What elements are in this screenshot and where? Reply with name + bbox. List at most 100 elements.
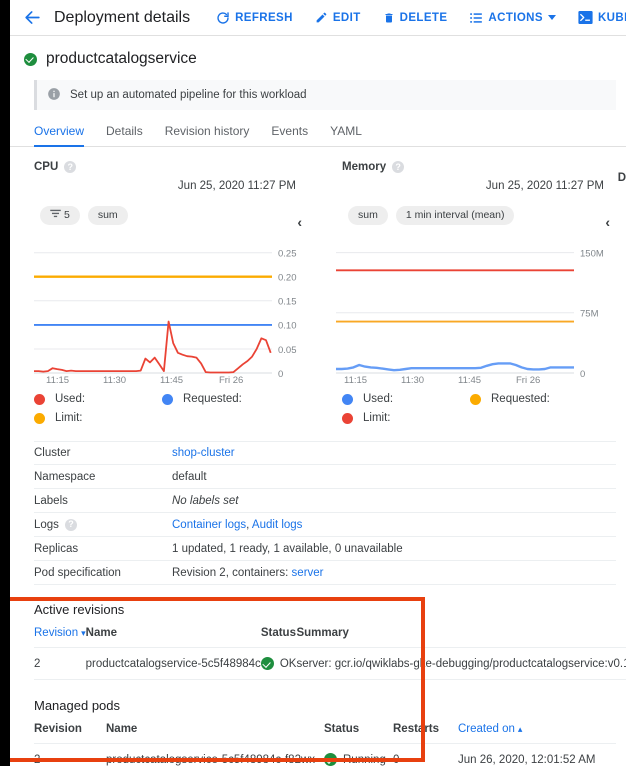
cluster-link[interactable]: shop-cluster [172,447,235,459]
memory-interval-chip[interactable]: 1 min interval (mean) [395,205,515,225]
memory-legend-used: Used: [342,393,470,405]
detail-value-logs: Container logs, Audit logs [172,519,302,531]
active-revisions-table: Revision ▾ Name Status Summary 2 productc… [34,627,626,680]
trash-icon [383,11,395,25]
chevron-down-icon: ▾ [81,628,86,638]
back-arrow-icon[interactable] [18,4,46,32]
cpu-chart-title: CPU [34,161,59,173]
info-icon [47,87,61,104]
managed-pods-section: Managed pods Revision Name Status Restar… [34,698,616,766]
svg-text:0.10: 0.10 [278,321,297,332]
col-restarts: Restarts [393,723,458,744]
svg-text:0.15: 0.15 [278,297,297,308]
memory-aggregation-chip[interactable]: sum [348,205,388,225]
cpu-collapse-chevron-left-icon[interactable]: ‹ [297,214,302,230]
col-created-on[interactable]: Created on ▴ [458,723,616,744]
memory-legend-requested: Requested: [470,393,626,405]
help-circle-icon[interactable]: ? [392,161,405,173]
cpu-legend-limit: Limit: [34,412,162,424]
tab-yaml[interactable]: YAML [330,124,362,147]
cpu-filter-chip[interactable]: 5 [40,205,80,225]
tab-revision-history[interactable]: Revision history [165,124,250,147]
tab-overview[interactable]: Overview [34,124,85,147]
memory-legend-used-dot [342,393,353,405]
tab-bar: Overview Details Revision history Events… [10,110,626,147]
container-server-link[interactable]: server [292,567,324,579]
svg-text:11:45: 11:45 [160,375,183,383]
memory-collapse-chevron-left-icon[interactable]: ‹ [605,214,610,230]
svg-text:0.05: 0.05 [278,345,297,356]
memory-chart-card: Memory ? Jun 25, 2020 11:27 PM sum 1 min… [318,161,626,424]
audit-logs-link[interactable]: Audit logs [252,519,303,531]
tab-events[interactable]: Events [271,124,308,147]
actions-menu-button[interactable]: ACTIONS [469,11,556,25]
status-badge: OK [260,657,296,670]
detail-key-replicas: Replicas [34,542,79,555]
refresh-button[interactable]: REFRESH [216,11,293,25]
service-header: productcatalogservice [10,36,626,80]
actions-label: ACTIONS [488,11,543,24]
col-status: Status [324,723,393,744]
refresh-label: REFRESH [235,11,293,24]
memory-plot: 150M 75M 0 11:15 11:30 11:45 Fri 26 [318,233,626,383]
svg-text:11:15: 11:15 [344,375,367,383]
logs-separator: , [246,518,250,531]
memory-legend-requested-label: Requested: [491,393,550,405]
table-row[interactable]: 2 productcatalogservice-5c5f48984c OK se… [34,647,626,680]
pipeline-banner-text: Set up an automated pipeline for this wo… [70,89,307,101]
detail-row-cluster: Cluster shop-cluster [34,441,616,465]
col-created-on-label: Created on [458,723,515,735]
detail-key-logs-label: Logs [34,518,59,531]
table-header-row: Revision ▾ Name Status Summary [34,627,626,648]
pipeline-banner[interactable]: Set up an automated pipeline for this wo… [34,80,616,110]
memory-legend-limit: Limit: [342,412,470,424]
table-row[interactable]: 2 productcatalogservice-5c5f48984c-f82wx… [34,743,616,766]
active-revisions-section: Active revisions Revision ▾ Name Status S… [34,602,626,680]
cpu-plot: 0.25 0.20 0.15 0.10 0.05 0 11:15 11:30 1… [10,233,318,383]
help-circle-icon[interactable]: ? [64,518,77,531]
svg-text:0.25: 0.25 [278,249,297,260]
detail-key-namespace: Namespace [34,470,96,483]
col-revision[interactable]: Revision ▾ [34,627,86,648]
detail-row-labels: Labels No labels set [34,489,616,513]
status-badge: Running [324,753,393,766]
tab-details[interactable]: Details [106,124,143,147]
col-summary: Summary [296,627,626,648]
deployment-details-table: Cluster shop-cluster Namespace default L… [34,441,616,585]
svg-text:11:30: 11:30 [401,375,424,383]
cpu-legend-used-label: Used: [55,393,86,405]
detail-key-logs: Logs ? [34,518,172,531]
cell-summary: server: gcr.io/qwiklabs-gke-debugging/pr… [296,647,626,680]
svg-text:0.20: 0.20 [278,273,297,284]
cell-created-on: Jun 26, 2020, 12:01:52 AM [458,743,616,766]
filter-icon [50,209,61,221]
memory-chart-header: Memory ? [318,161,626,173]
memory-chart-title: Memory [342,161,387,173]
edit-button[interactable]: EDIT [315,11,361,24]
page-root: Deployment details REFRESH EDIT DELETE A… [10,0,626,766]
app-toolbar: Deployment details REFRESH EDIT DELETE A… [10,0,626,36]
delete-button[interactable]: DELETE [383,11,448,25]
col-revision-label: Revision [34,627,79,639]
pencil-icon [315,11,328,24]
page-title: Deployment details [54,8,191,26]
help-circle-icon[interactable]: ? [64,161,77,173]
container-logs-link[interactable]: Container logs [172,519,246,531]
cpu-legend-requested-label: Requested: [183,393,242,405]
cpu-aggregation-chip[interactable]: sum [87,205,128,225]
cpu-chart-timestamp: Jun 25, 2020 11:27 PM [177,180,296,192]
kubectl-button[interactable]: KUBE [578,11,626,24]
check-circle-icon [260,657,274,670]
cell-name: productcatalogservice-5c5f48984c [85,647,261,680]
memory-legend: Used: Requested: Limit: [318,393,626,424]
managed-pods-table: Revision Name Status Restarts Created on… [34,723,616,766]
delete-label: DELETE [399,11,448,24]
memory-legend-used-label: Used: [363,393,394,405]
cpu-legend-requested: Requested: [162,393,318,405]
cpu-legend-limit-dot [34,412,45,424]
col-name: Name [106,723,324,744]
active-revisions-title: Active revisions [34,602,125,617]
detail-row-pod-specification: Pod specification Revision 2, containers… [34,561,616,585]
status-text: Running [343,753,386,766]
terminal-icon [578,11,593,24]
